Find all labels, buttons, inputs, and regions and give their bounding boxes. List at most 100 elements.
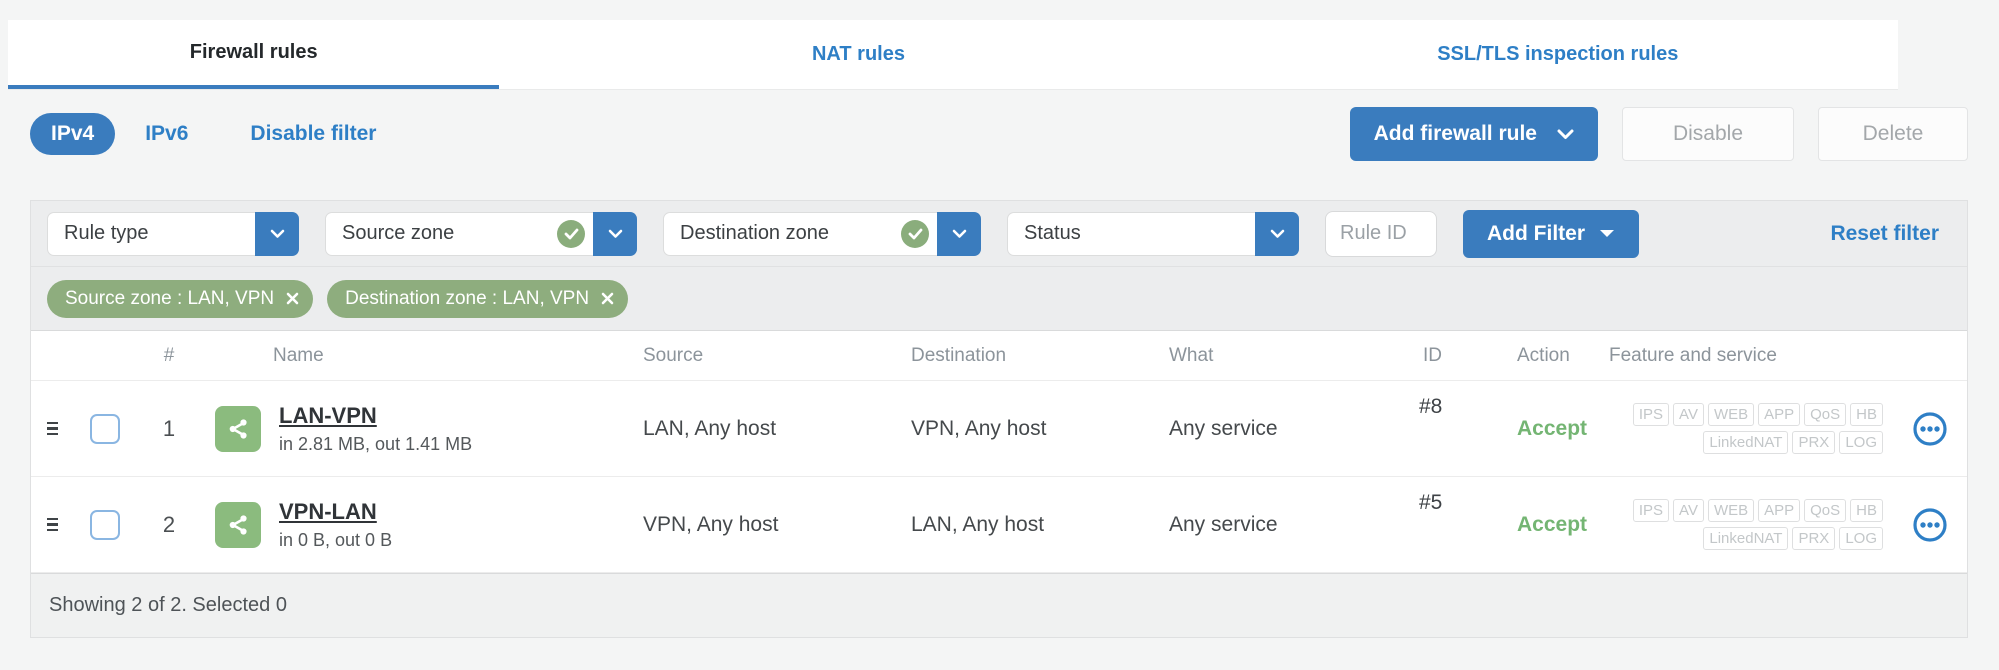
drag-handle-icon[interactable] <box>46 421 58 436</box>
disable-button[interactable]: Disable <box>1622 107 1794 161</box>
rule-traffic: in 0 B, out 0 B <box>279 529 393 550</box>
feature-badge: LinkedNAT <box>1703 431 1789 454</box>
active-filter-chips: Source zone : LAN, VPN Destination zone … <box>31 267 1967 331</box>
cell-feature-and-service: IPS AV WEB APP QoS HB LinkedNAT PRX LOG <box>1597 499 1893 550</box>
toolbar: IPv4 IPv6 Disable filter Add firewall ru… <box>30 102 1968 166</box>
chevron-down-icon <box>1599 229 1615 239</box>
drag-handle-icon[interactable] <box>46 517 58 532</box>
cell-destination: LAN, Any host <box>911 512 1045 536</box>
firewall-rules-panel: Rule type Source zone Destination zone S… <box>30 200 1968 638</box>
add-filter-button[interactable]: Add Filter <box>1463 209 1639 258</box>
close-icon[interactable] <box>601 292 614 305</box>
header-what: What <box>1169 344 1214 366</box>
dropdown-chevron-button[interactable] <box>593 211 637 256</box>
header-action: Action <box>1517 344 1570 366</box>
feature-badge: APP <box>1758 499 1801 522</box>
feature-badge: HB <box>1850 499 1883 522</box>
source-zone-dropdown-label: Source zone <box>342 222 455 244</box>
rule-name-link[interactable]: VPN-LAN <box>279 499 392 525</box>
tab-bar: Firewall rules NAT rules SSL/TLS inspect… <box>8 20 1898 90</box>
feature-badge: AV <box>1673 403 1704 426</box>
feature-badge: LOG <box>1839 527 1883 550</box>
feature-badge: AV <box>1673 499 1704 522</box>
status-dropdown[interactable]: Status <box>1007 211 1299 256</box>
reset-filter-link[interactable]: Reset filter <box>1830 222 1939 246</box>
rule-name-link[interactable]: LAN-VPN <box>279 403 472 429</box>
check-circle-icon <box>557 219 585 248</box>
ipv6-toggle[interactable]: IPv6 <box>145 122 188 146</box>
rule-id-input[interactable] <box>1325 210 1437 257</box>
dropdown-chevron-button[interactable] <box>255 211 299 256</box>
cell-source: VPN, Any host <box>643 512 779 536</box>
ellipsis-icon <box>1912 507 1948 543</box>
check-circle-icon <box>901 219 929 248</box>
feature-badge: LOG <box>1839 431 1883 454</box>
row-number: 1 <box>162 415 176 441</box>
destination-zone-dropdown-label: Destination zone <box>680 222 829 244</box>
cell-id: #8 <box>1419 395 1443 418</box>
header-source: Source <box>643 344 704 366</box>
status-dropdown-label: Status <box>1024 222 1081 244</box>
add-filter-label: Add Filter <box>1487 221 1585 245</box>
delete-button[interactable]: Delete <box>1818 107 1968 161</box>
add-firewall-rule-button[interactable]: Add firewall rule <box>1349 107 1598 161</box>
cell-action: Accept <box>1517 416 1588 440</box>
tab-nat-rules[interactable]: NAT rules <box>499 20 1217 89</box>
cell-destination: VPN, Any host <box>911 416 1047 440</box>
dropdown-chevron-button[interactable] <box>937 211 981 256</box>
feature-badge: IPS <box>1632 499 1670 522</box>
table-footer: Showing 2 of 2. Selected 0 <box>31 573 1967 637</box>
feature-badge: PRX <box>1792 431 1836 454</box>
tab-ssl-tls-inspection-rules[interactable]: SSL/TLS inspection rules <box>1218 20 1898 89</box>
filter-row: Rule type Source zone Destination zone S… <box>31 201 1967 267</box>
close-icon[interactable] <box>286 292 299 305</box>
rule-type-dropdown-label: Rule type <box>64 222 149 244</box>
table-header-row: # Name Source Destination What ID Action… <box>31 331 1967 381</box>
filter-chip-source-zone: Source zone : LAN, VPN <box>47 279 314 318</box>
cell-source: LAN, Any host <box>643 416 777 440</box>
feature-badge: LinkedNAT <box>1703 527 1789 550</box>
feature-badge: PRX <box>1792 527 1836 550</box>
share-icon[interactable] <box>215 501 261 548</box>
row-menu-button[interactable] <box>1893 507 1967 543</box>
cell-action: Accept <box>1517 512 1588 536</box>
share-icon[interactable] <box>215 405 261 452</box>
table-row: 2 VPN-LAN in 0 B, out 0 B VPN, Any host … <box>31 477 1967 573</box>
filter-chip-destination-zone: Destination zone : LAN, VPN <box>327 279 629 318</box>
feature-badge: IPS <box>1632 403 1670 426</box>
feature-badge: APP <box>1758 403 1801 426</box>
header-destination: Destination <box>911 344 1007 366</box>
row-number: 2 <box>162 511 176 537</box>
header-number: # <box>163 344 175 366</box>
feature-badge: QoS <box>1804 499 1847 522</box>
ellipsis-icon <box>1912 411 1948 447</box>
disable-filter-link[interactable]: Disable filter <box>250 122 376 146</box>
dropdown-chevron-button[interactable] <box>1255 211 1299 256</box>
header-name: Name <box>273 344 324 366</box>
feature-badge: HB <box>1850 403 1883 426</box>
ipv4-toggle[interactable]: IPv4 <box>30 113 116 155</box>
header-feature-and-service: Feature and service <box>1609 344 1777 366</box>
destination-zone-dropdown[interactable]: Destination zone <box>663 211 981 256</box>
cell-what: Any service <box>1169 416 1278 440</box>
tab-firewall-rules[interactable]: Firewall rules <box>8 20 500 89</box>
add-firewall-rule-label: Add firewall rule <box>1373 122 1537 145</box>
feature-badge: QoS <box>1804 403 1847 426</box>
footer-summary: Showing 2 of 2. Selected 0 <box>49 594 287 616</box>
row-menu-button[interactable] <box>1893 411 1967 447</box>
feature-badge: WEB <box>1707 499 1755 522</box>
rule-type-dropdown[interactable]: Rule type <box>47 211 299 256</box>
header-id: ID <box>1423 344 1442 366</box>
chevron-down-icon <box>1557 129 1574 140</box>
source-zone-dropdown[interactable]: Source zone <box>325 211 637 256</box>
row-checkbox[interactable] <box>90 509 120 540</box>
cell-feature-and-service: IPS AV WEB APP QoS HB LinkedNAT PRX LOG <box>1597 403 1893 454</box>
row-checkbox[interactable] <box>90 413 120 444</box>
filter-chip-label: Source zone : LAN, VPN <box>65 287 275 309</box>
cell-what: Any service <box>1169 512 1278 536</box>
rule-traffic: in 2.81 MB, out 1.41 MB <box>279 433 473 454</box>
cell-id: #5 <box>1419 491 1443 514</box>
feature-badge: WEB <box>1707 403 1755 426</box>
table-row: 1 LAN-VPN in 2.81 MB, out 1.41 MB LAN, A… <box>31 381 1967 477</box>
filter-chip-label: Destination zone : LAN, VPN <box>345 287 590 309</box>
